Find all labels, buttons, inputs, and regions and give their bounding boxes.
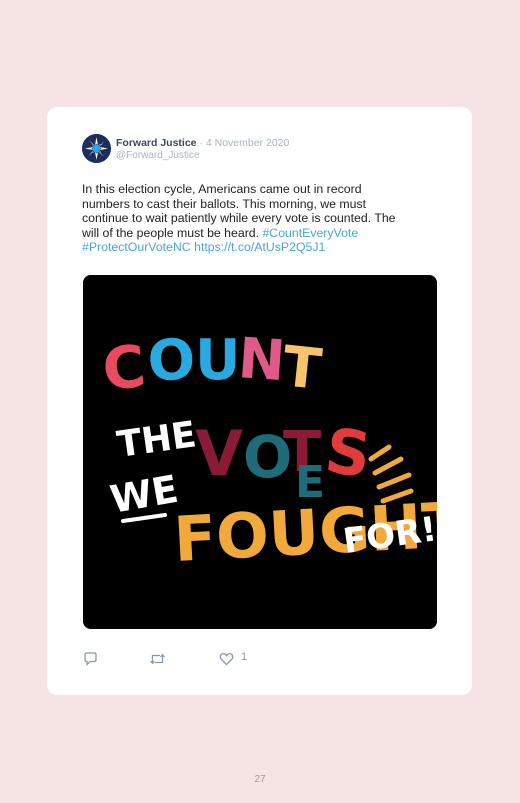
artwork-letter-t: T <box>280 334 325 403</box>
header-separator: · <box>199 137 203 149</box>
count-the-votes-artwork: C O U N T THE WE V O T E S FOUGHT FOR! <box>83 275 437 629</box>
tweet-media-image[interactable]: C O U N T THE WE V O T E S FOUGHT FOR! <box>83 275 437 629</box>
artwork-letter-c: C <box>99 332 148 404</box>
heart-icon <box>219 652 234 666</box>
hashtag-link[interactable]: #ProtectOurVoteNC <box>82 240 191 254</box>
tweet-date[interactable]: 4 November 2020 <box>206 137 289 149</box>
like-count: 1 <box>241 651 248 663</box>
tweet-text-line: In this election cycle, Americans came o… <box>82 182 362 196</box>
tweet-text-line: will of the people must be heard. <box>82 225 260 240</box>
like-button[interactable] <box>219 652 234 666</box>
artwork-letter-n: N <box>236 326 287 394</box>
forward-justice-logo-icon <box>82 134 111 163</box>
reply-button[interactable] <box>83 652 98 666</box>
reply-icon <box>84 652 97 666</box>
tweet-card: Forward Justice · 4 November 2020 @Forwa… <box>47 107 472 695</box>
tweet-text-line: continue to wait patiently while every v… <box>82 211 396 225</box>
author-handle[interactable]: @Forward_Justice <box>116 150 200 161</box>
avatar[interactable] <box>82 134 111 163</box>
artwork-letter-o: O <box>145 327 197 395</box>
tweet-url-link[interactable]: https://t.co/AtUsP2Q5J1 <box>194 240 325 254</box>
hashtag-link[interactable]: #CountEveryVote <box>262 226 358 240</box>
author-name[interactable]: Forward Justice <box>116 137 197 149</box>
artwork-letter-v: V <box>195 417 243 490</box>
retweet-button[interactable] <box>149 652 166 666</box>
tweet-text: In this election cycle, Americans came o… <box>82 182 442 255</box>
page-number: 27 <box>254 774 266 785</box>
artwork-letter-u: U <box>195 328 240 393</box>
retweet-icon <box>150 653 165 665</box>
tweet-text-line: numbers to cast their ballots. This morn… <box>82 196 367 211</box>
tweet-header: Forward Justice · 4 November 2020 <box>116 137 289 150</box>
